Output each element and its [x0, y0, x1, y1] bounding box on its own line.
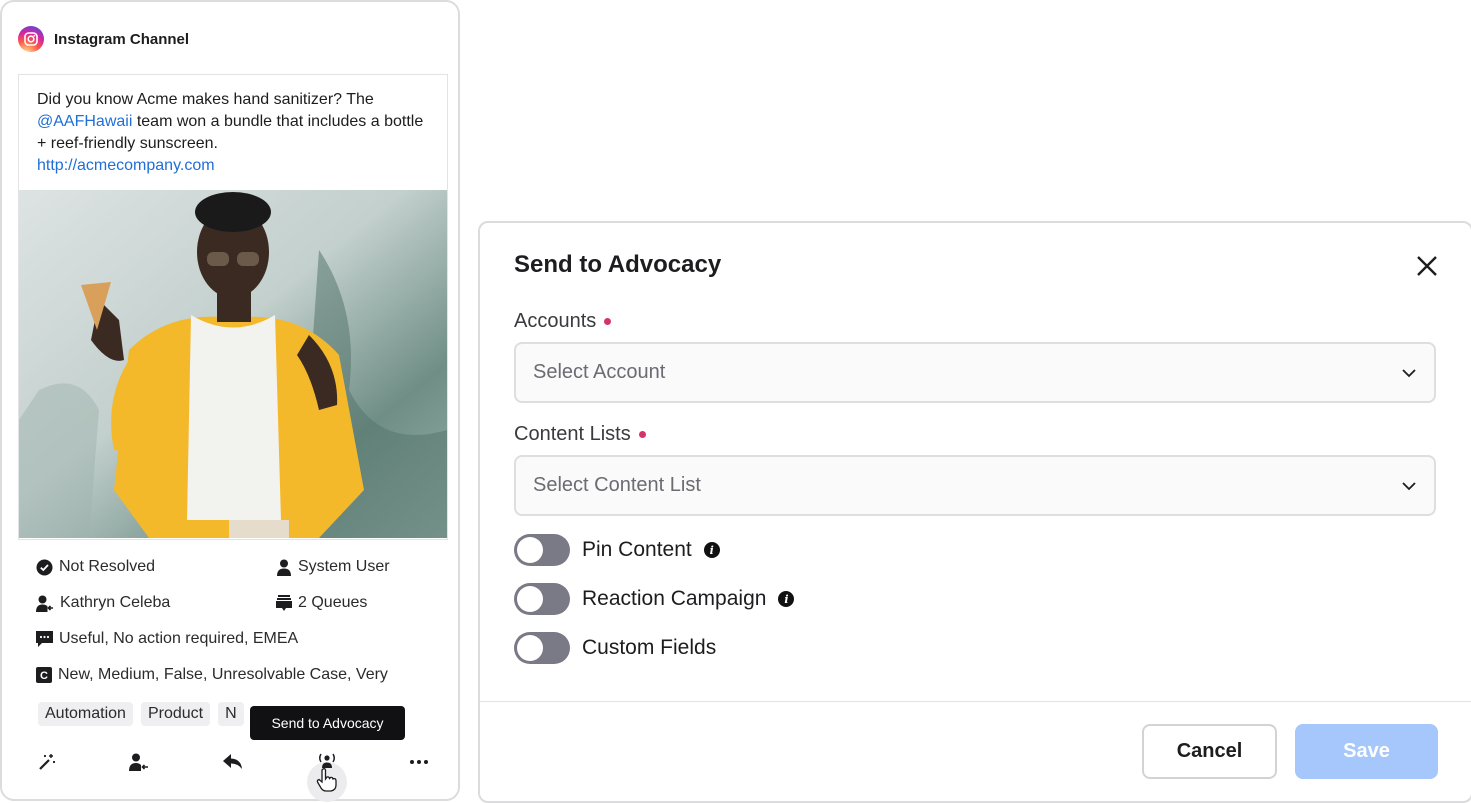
- accounts-label-text: Accounts: [514, 310, 597, 332]
- footer-divider: [480, 701, 1471, 702]
- queues-icon: [276, 594, 292, 611]
- status-text: Not Resolved: [59, 558, 156, 575]
- magic-wand-icon[interactable]: [36, 748, 58, 776]
- custom-fields-text: New, Medium, False, Unresolvable Case, V…: [58, 666, 388, 683]
- custom-field-icon: C: [36, 667, 52, 683]
- close-icon[interactable]: [1412, 251, 1442, 281]
- pin-content-label: Pin Content: [582, 538, 692, 561]
- cancel-button[interactable]: Cancel: [1142, 724, 1277, 779]
- info-icon[interactable]: i: [778, 591, 795, 607]
- reaction-campaign-toggle[interactable]: [514, 583, 570, 615]
- info-icon[interactable]: i: [703, 542, 720, 558]
- svg-text:C: C: [40, 670, 48, 682]
- assignee-icon: [36, 595, 53, 612]
- user-row: System User: [276, 558, 390, 576]
- content-lists-label: Content Lists: [514, 423, 646, 446]
- save-button[interactable]: Save: [1295, 724, 1438, 779]
- mention-link[interactable]: @AAFHawaii: [37, 113, 132, 130]
- chevron-down-icon: [1402, 482, 1416, 491]
- reply-icon[interactable]: [222, 748, 244, 776]
- tags-row: Useful, No action required, EMEA: [36, 630, 298, 648]
- tag-chips: Automation Product N: [38, 702, 244, 726]
- custom-fields-row: C New, Medium, False, Unresolvable Case,…: [36, 666, 388, 684]
- custom-fields-toggle-row: Custom Fields: [514, 632, 716, 664]
- content-lists-label-text: Content Lists: [514, 423, 631, 445]
- content-lists-placeholder: Select Content List: [533, 474, 701, 496]
- accounts-select[interactable]: Select Account: [514, 342, 1436, 403]
- tags-text: Useful, No action required, EMEA: [59, 630, 299, 647]
- channel-name: Instagram Channel: [54, 30, 190, 48]
- custom-fields-label: Custom Fields: [582, 636, 717, 659]
- instagram-icon: [18, 26, 44, 52]
- reaction-campaign-row: Reaction Campaign i: [514, 583, 795, 615]
- content-lists-select[interactable]: Select Content List: [514, 455, 1436, 516]
- reaction-campaign-label: Reaction Campaign: [582, 587, 767, 610]
- chevron-down-icon: [1402, 369, 1416, 378]
- required-indicator: [638, 431, 646, 438]
- required-indicator: [604, 318, 612, 325]
- accounts-label: Accounts: [514, 310, 612, 333]
- post-url-link[interactable]: http://acmecompany.com: [37, 157, 215, 174]
- post-text: Did you know Acme makes hand sanitizer? …: [37, 89, 429, 177]
- pin-content-toggle[interactable]: [514, 534, 570, 566]
- comment-icon: [36, 631, 53, 647]
- assign-user-icon[interactable]: [128, 748, 150, 776]
- action-bar: [36, 748, 436, 776]
- pointer-cursor-icon: [316, 768, 337, 792]
- user-icon: [277, 559, 291, 576]
- tag-chip[interactable]: Product: [140, 702, 211, 726]
- tag-chip[interactable]: N: [218, 702, 244, 726]
- post-card: Instagram Channel Did you know Acme make…: [0, 0, 460, 802]
- check-circle-icon: [36, 559, 53, 575]
- more-icon[interactable]: [408, 748, 430, 776]
- accounts-placeholder: Select Account: [533, 361, 666, 383]
- status-row: Not Resolved: [36, 558, 155, 576]
- send-to-advocacy-modal: Send to Advocacy Accounts Select Account…: [478, 221, 1471, 803]
- custom-fields-toggle[interactable]: [514, 632, 570, 664]
- modal-title: Send to Advocacy: [514, 251, 722, 278]
- tag-chip[interactable]: Automation: [38, 702, 133, 726]
- queues-text: 2 Queues: [298, 594, 368, 611]
- pin-content-row: Pin Content i: [514, 534, 720, 566]
- post-text-start: Did you know Acme makes hand sanitizer? …: [37, 91, 374, 108]
- assignee-row: Kathryn Celeba: [36, 594, 170, 612]
- assignee-text: Kathryn Celeba: [60, 594, 171, 611]
- post-image: [19, 190, 447, 538]
- queues-row: 2 Queues: [276, 594, 367, 612]
- tooltip: Send to Advocacy: [250, 706, 405, 740]
- card-header: Instagram Channel: [18, 24, 189, 54]
- post-content: Did you know Acme makes hand sanitizer? …: [18, 74, 448, 540]
- user-text: System User: [298, 558, 390, 575]
